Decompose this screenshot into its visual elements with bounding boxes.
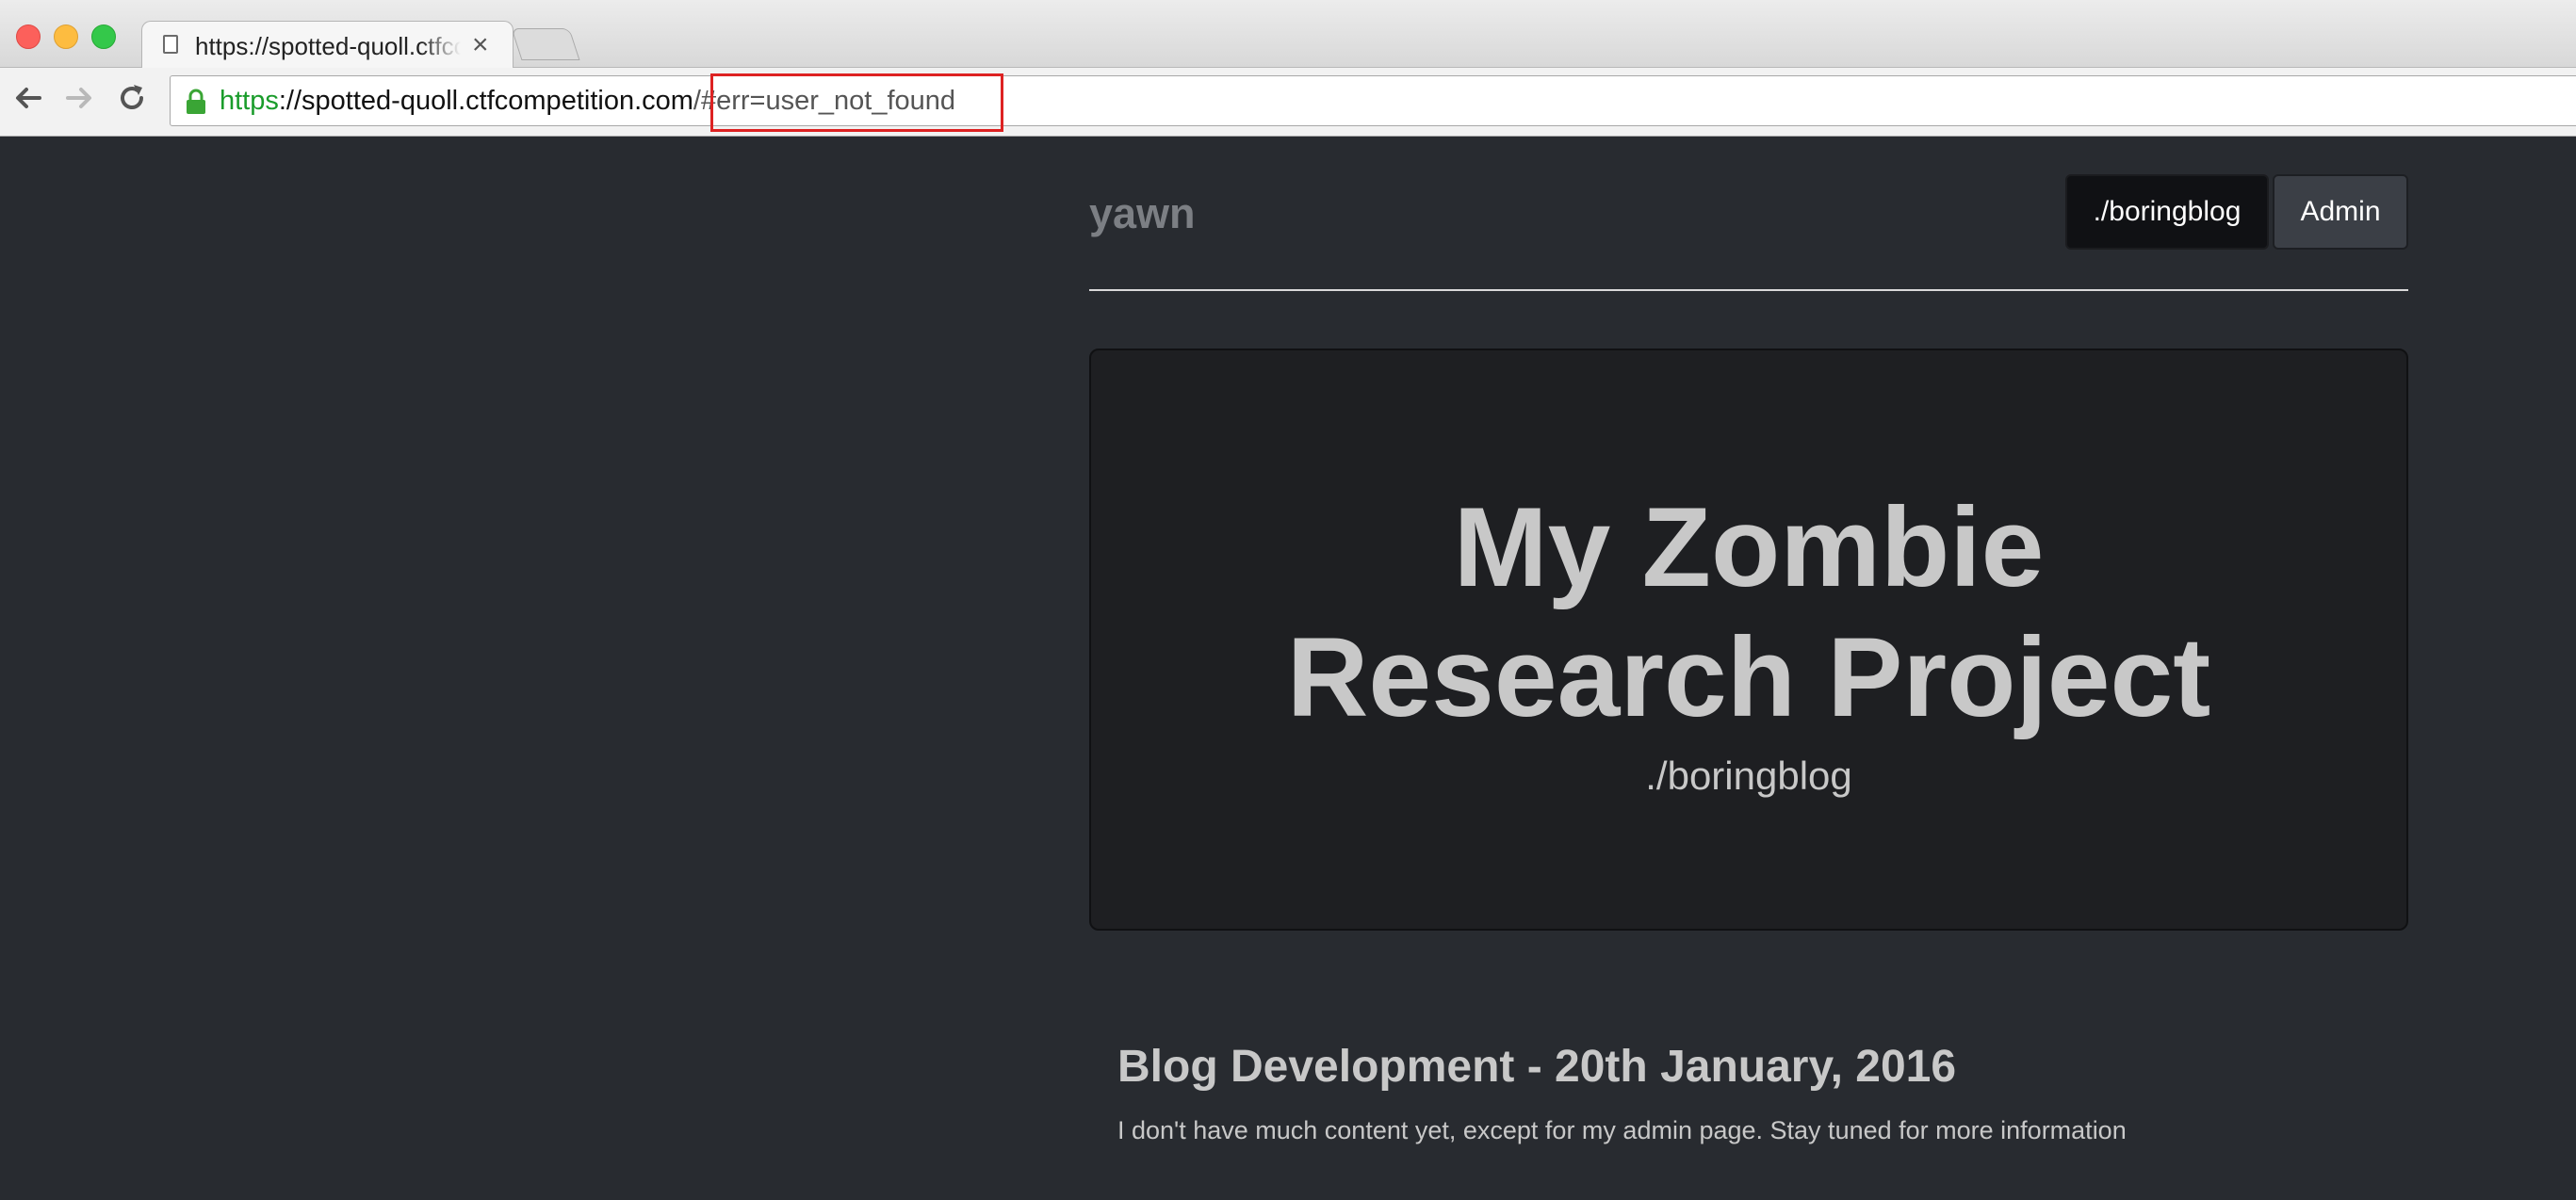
lock-icon[interactable] bbox=[184, 89, 208, 115]
jumbotron-title-line2: Research Project bbox=[1286, 614, 2211, 740]
page-icon bbox=[163, 35, 178, 54]
address-bar[interactable]: https://spotted-quoll.ctfcompetition.com… bbox=[170, 75, 2576, 126]
maximize-window-button[interactable] bbox=[91, 24, 116, 49]
header-divider bbox=[1089, 289, 2408, 291]
minimize-window-button[interactable] bbox=[54, 24, 78, 49]
new-tab-button[interactable] bbox=[511, 28, 580, 60]
forward-arrow-icon[interactable] bbox=[60, 79, 98, 117]
jumbotron: My Zombie Research Project ./boringblog bbox=[1089, 349, 2408, 931]
url-host: spotted-quoll.ctfcompetition.com bbox=[302, 86, 693, 116]
reload-icon[interactable] bbox=[113, 79, 151, 117]
jumbotron-title: My Zombie Research Project bbox=[1091, 482, 2406, 742]
url-separator: :// bbox=[278, 86, 302, 116]
jumbotron-subtitle: ./boringblog bbox=[1645, 754, 1852, 798]
tab-title: https://spotted-quoll.ctfcompetition.com… bbox=[195, 32, 461, 60]
close-window-button[interactable] bbox=[16, 24, 41, 49]
back-arrow-icon[interactable] bbox=[9, 79, 47, 117]
page-content: yawn ./boringblog Admin My Zombie Resear… bbox=[0, 137, 2576, 1200]
post-body: I don't have much content yet, except fo… bbox=[1117, 1116, 2127, 1144]
site-brand[interactable]: yawn bbox=[1089, 189, 1196, 238]
nav-boringblog-link[interactable]: ./boringblog bbox=[2065, 174, 2269, 250]
url-hash-highlight-annotation bbox=[710, 73, 1003, 132]
browser-tab[interactable]: https://spotted-quoll.ctfcompetition.com… bbox=[141, 21, 514, 70]
post-title: Blog Development - 20th January, 2016 bbox=[1117, 1042, 1957, 1092]
nav-admin-link[interactable]: Admin bbox=[2273, 174, 2408, 250]
window-titlebar: https://spotted-quoll.ctfcompetition.com… bbox=[0, 0, 2576, 70]
browser-toolbar: https://spotted-quoll.ctfcompetition.com… bbox=[0, 68, 2576, 137]
jumbotron-title-line1: My Zombie bbox=[1453, 484, 2045, 610]
tab-close-icon[interactable]: × bbox=[472, 29, 489, 61]
url-scheme: https bbox=[220, 86, 279, 116]
